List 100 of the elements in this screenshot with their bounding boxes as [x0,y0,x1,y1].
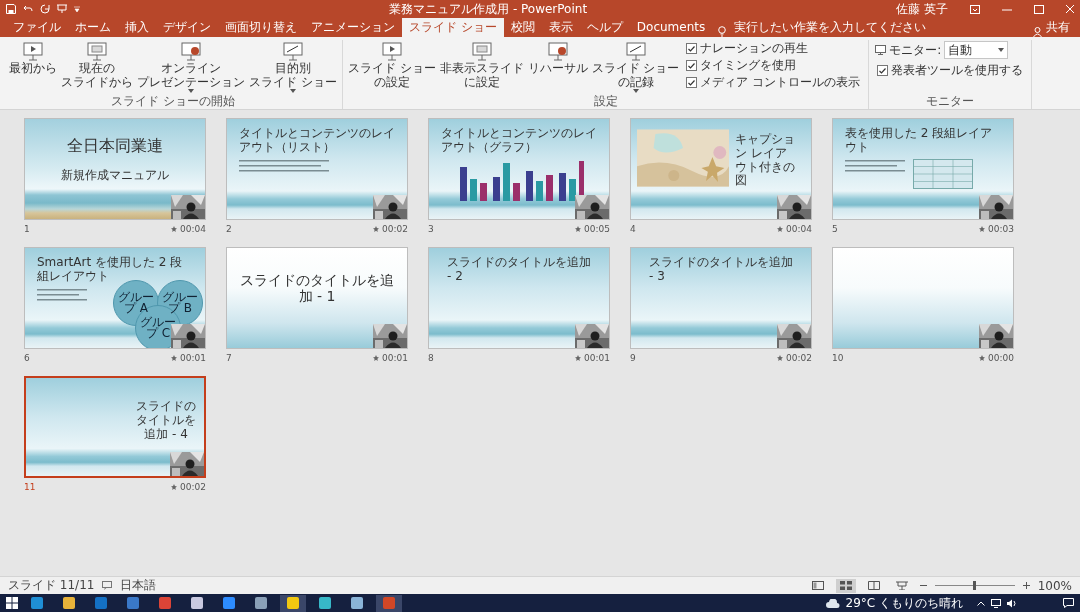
share-button[interactable]: 共有 [1042,18,1074,37]
slide-thumbnail[interactable]: タイトルとコンテンツのレイアウト（リスト） [226,118,408,220]
slide-timing: 00:04 [786,223,812,234]
ribbon-tab[interactable]: Documents [629,18,713,37]
ribbon-button[interactable]: リハーサル [526,40,589,76]
screen-icon [470,41,493,61]
slide-number: 3 [428,223,434,234]
network-icon[interactable] [991,598,1001,608]
ribbon-tab[interactable]: スライド ショー [402,18,504,37]
transition-star-icon [171,225,178,232]
slide-thumbnail[interactable] [832,247,1014,349]
ribbon-tab[interactable]: 表示 [541,18,580,37]
slide-thumbnail[interactable]: タイトルとコンテンツのレイアウト（グラフ） [428,118,610,220]
ribbon-tab[interactable]: ホーム [68,18,118,37]
screen-icon [546,41,569,61]
cloud-icon [825,598,840,608]
ribbon-button[interactable]: 最初から [8,40,58,76]
slide-number: 10 [832,352,844,363]
ribbon-tab[interactable]: ファイル [6,18,68,37]
checkbox[interactable] [686,60,698,71]
chevron-up-icon[interactable] [977,600,985,606]
caret-icon [998,48,1005,52]
transition-star-icon [777,225,784,232]
slide-thumbnail[interactable]: キャプション レイアウト付きの図 [630,118,812,220]
slide-thumbnail[interactable]: スライドのタイトルを追加 - 2 [428,247,610,349]
ribbon-tab[interactable]: 校閲 [503,18,542,37]
checkbox[interactable] [877,65,889,76]
zoom-level[interactable]: 100% [1037,578,1072,593]
tell-me-field[interactable]: 実行したい作業を入力してください [726,18,935,37]
transition-star-icon [575,354,582,361]
transition-star-icon [777,354,784,361]
slide-number: 7 [226,352,232,363]
slide-title: スライドのタイトルを追加 - 2 [447,256,592,284]
ribbon-button[interactable]: スライド ショー の設定 [346,40,437,90]
ribbon-tab[interactable]: アニメーション [304,18,402,37]
slide-thumbnail[interactable]: スライドのタイトルを追加 - 4 [24,376,206,478]
checkbox[interactable] [686,77,698,88]
slide-title: キャプション レイアウト付きの図 [735,133,795,189]
checkbox[interactable] [686,43,698,54]
bullet-lines-drawing [37,287,87,303]
zoom-in-icon[interactable] [1022,582,1030,589]
view-button[interactable] [835,578,856,593]
customize-icon[interactable] [74,6,80,12]
slide-number: 4 [630,223,636,234]
ribbon-button[interactable]: スライド ショー の記録 [590,40,681,94]
redo-icon[interactable] [40,4,50,14]
ribbon-button[interactable]: 現在の スライドから [60,40,134,90]
language-indicator[interactable]: 日本語 [120,577,157,594]
spelling-icon[interactable] [102,581,113,590]
notification-icon[interactable] [1063,598,1074,608]
slide-timing: 00:01 [584,352,610,363]
close-icon[interactable] [1066,4,1074,14]
slide-timing: 00:03 [988,223,1014,234]
ribbon-tab[interactable]: 画面切り替え [218,18,304,37]
taskbar-app[interactable] [280,594,306,612]
slide-timing: 00:04 [180,223,206,234]
maximize-icon[interactable] [1034,4,1044,14]
slide-title: タイトルとコンテンツのレイアウト（グラフ） [441,127,597,155]
slide-thumbnail[interactable]: 表を使用した 2 段組レイアウト [832,118,1014,220]
start-icon[interactable] [6,597,18,609]
ribbon-button[interactable]: 非表示スライド に設定 [438,40,525,90]
slide-number: 11 [24,481,36,492]
slide-timing: 00:01 [382,352,408,363]
checkbox-label: タイミングを使用 [700,58,797,73]
zoom-slider-thumb[interactable] [973,581,977,590]
monitor-dropdown[interactable]: 自動 [944,41,1009,59]
slide-thumbnail[interactable]: スライドのタイトルを追加 - 1 [226,247,408,349]
speaker-icon[interactable] [1007,598,1017,608]
slide-thumbnail[interactable]: SmartArt を使用した 2 段組レイアウト グループ A グループ B グループ C [24,247,206,349]
slide-thumbnail[interactable]: 全日本同業連 新規作成マニュアル [24,118,206,220]
screen-icon [624,41,647,61]
weather-text[interactable]: 29°C くもりのち晴れ [845,594,963,612]
slide-thumbnail[interactable]: スライドのタイトルを追加 - 3 [630,247,812,349]
slide-title: スライドのタイトルを追加 - 1 [239,272,395,305]
reading-view-icon [867,581,880,590]
save-icon[interactable] [6,4,16,14]
monitor-label: モニター: [889,42,942,58]
slide-title: 表を使用した 2 段組レイアウト [845,127,994,155]
monitor-icon [875,45,887,55]
slide-counter: スライド 11/11 [8,577,95,594]
ribbon-tab[interactable]: ヘルプ [579,18,630,37]
ribbon-button[interactable]: 目的別 スライド ショー [248,40,338,94]
bullet-lines-drawing [845,158,905,174]
user-name[interactable]: 佐藤 英子 [896,0,948,18]
screen-icon [22,41,44,61]
transition-star-icon [575,225,582,232]
checkbox-label: メディア コントロールの表示 [700,75,861,90]
table-drawing [913,158,973,189]
ribbon-display-icon[interactable] [970,4,980,14]
slide-timing: 00:01 [180,352,206,363]
screen-icon [281,41,304,61]
ribbon-tab[interactable]: デザイン [156,18,218,37]
slide-number: 1 [24,223,30,234]
present-icon[interactable] [57,4,67,14]
undo-icon[interactable] [23,4,33,14]
ribbon-tab[interactable]: 挿入 [118,18,156,37]
zoom-out-icon[interactable] [919,582,927,589]
screen-icon [380,41,403,61]
slide-title: タイトルとコンテンツのレイアウト（リスト） [239,127,395,155]
ribbon-button[interactable]: オンライン プレゼンテーション [136,40,246,94]
